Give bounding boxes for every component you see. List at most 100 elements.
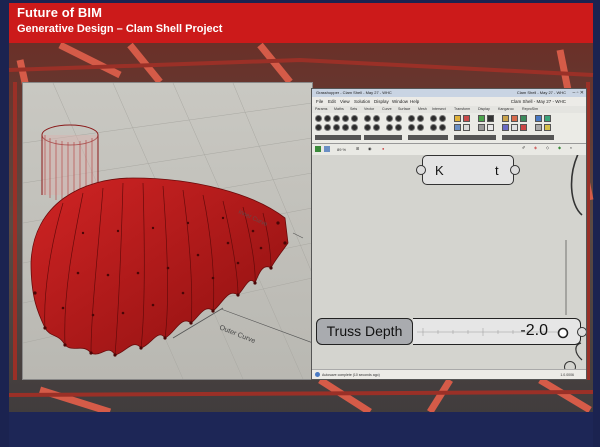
rhino-viewport[interactable]: Outer Curve Inner Curve (22, 82, 313, 380)
util-icon[interactable] (520, 124, 527, 131)
slider-name[interactable]: Truss Depth (316, 318, 413, 345)
slide: Future of BIM Generative Design – Clam S… (0, 0, 600, 447)
save-icon[interactable] (315, 146, 321, 152)
output-grip[interactable] (510, 165, 520, 175)
util-icon[interactable] (535, 115, 542, 122)
tab-vector[interactable]: Vector (364, 107, 374, 111)
input-icon[interactable] (454, 115, 461, 122)
input-icon[interactable] (454, 124, 461, 131)
util-icon[interactable] (511, 124, 518, 131)
param-icon[interactable] (430, 124, 437, 131)
input-grip[interactable] (416, 165, 426, 175)
grasshopper-window[interactable]: Grasshopper - Clam Shell - May 27 - WHC … (311, 88, 587, 380)
menu-view[interactable]: View (340, 99, 350, 104)
tab-surface[interactable]: Surface (398, 107, 410, 111)
param-icon[interactable] (315, 115, 322, 122)
param-icon[interactable] (408, 115, 415, 122)
ribbon-group-label (364, 135, 402, 140)
settings-icon[interactable]: ◐ (570, 145, 572, 150)
info-icon (315, 372, 320, 377)
param-icon[interactable] (373, 115, 380, 122)
param-icon[interactable] (417, 124, 424, 131)
input-icon[interactable] (487, 124, 494, 131)
slider-value: -2.0 (520, 322, 548, 339)
util-icon[interactable] (502, 124, 509, 131)
param-icon[interactable] (351, 115, 358, 122)
param-icon[interactable] (395, 124, 402, 131)
menu-file[interactable]: File (316, 99, 323, 104)
component-k-t[interactable]: K t (422, 155, 514, 185)
param-icon[interactable] (386, 115, 393, 122)
open-icon[interactable] (324, 146, 330, 152)
util-icon[interactable] (544, 115, 551, 122)
param-icon[interactable] (315, 124, 322, 131)
input-icon[interactable] (487, 115, 494, 122)
menu-help[interactable]: Help (410, 99, 419, 104)
shade-icon[interactable]: ◈ (534, 145, 537, 150)
util-icon[interactable] (511, 115, 518, 122)
status-message: Autosave complete (10 seconds ago) (322, 373, 380, 377)
param-icon[interactable] (342, 124, 349, 131)
tab-kangaroo[interactable]: Kangaroo (498, 107, 514, 111)
param-icon[interactable] (430, 115, 437, 122)
util-icon[interactable] (502, 115, 509, 122)
slider-ticks (417, 327, 569, 339)
param-icon[interactable] (324, 115, 331, 122)
tab-transform[interactable]: Transform (454, 107, 470, 111)
tab-reprosim[interactable]: ReproSim (522, 107, 538, 111)
slide-subtitle: Generative Design – Clam Shell Project (17, 23, 223, 35)
param-icon[interactable] (439, 115, 446, 122)
tab-intersect[interactable]: Intersect (432, 107, 446, 111)
wire-icon[interactable]: ◇ (546, 145, 549, 150)
param-icon[interactable] (439, 124, 446, 131)
gh-document-name: Clam Shell - May 27 - WHC (516, 90, 566, 95)
input-icon[interactable] (463, 124, 470, 131)
param-icon[interactable] (364, 124, 371, 131)
tab-maths[interactable]: Maths (334, 107, 344, 111)
param-icon[interactable] (333, 115, 340, 122)
menu-edit[interactable]: Edit (328, 99, 336, 104)
param-icon[interactable] (395, 115, 402, 122)
input-icon[interactable] (463, 115, 470, 122)
tab-curve[interactable]: Curve (382, 107, 392, 111)
menu-window[interactable]: Window (392, 99, 408, 104)
color-icon[interactable]: ◆ (558, 145, 561, 150)
param-icon[interactable] (373, 124, 380, 131)
ribbon-group-label (502, 135, 554, 140)
tab-params[interactable]: Params (315, 107, 327, 111)
gh-window-title: Grasshopper - Clam Shell - May 27 - WHC (316, 90, 392, 95)
tab-sets[interactable]: Sets (350, 107, 357, 111)
window-controls[interactable]: – ▫ ✕ (572, 90, 584, 96)
util-icon[interactable] (535, 124, 542, 131)
slide-footer-bar (9, 412, 593, 447)
param-icon[interactable] (408, 124, 415, 131)
param-icon[interactable] (351, 124, 358, 131)
param-icon[interactable] (342, 115, 349, 122)
preview-icon[interactable]: ◉ (368, 146, 372, 151)
tab-mesh[interactable]: Mesh (418, 107, 427, 111)
param-icon[interactable] (417, 115, 424, 122)
zoom-level[interactable]: 89 % (337, 147, 346, 152)
param-icon[interactable] (364, 115, 371, 122)
util-icon[interactable] (544, 124, 551, 131)
sketch-icon[interactable]: ✐ (522, 145, 525, 150)
ribbon-group-label (315, 135, 361, 140)
param-icon[interactable] (324, 124, 331, 131)
output-t-label: t (495, 163, 499, 178)
menu-display[interactable]: Display (374, 99, 389, 104)
util-icon[interactable] (520, 115, 527, 122)
param-icon[interactable] (333, 124, 340, 131)
slider-output-grip[interactable] (577, 327, 586, 337)
version-label: 1.0.0006 (560, 373, 574, 377)
slide-title: Future of BIM (17, 5, 103, 20)
menu-solution[interactable]: Solution (354, 99, 370, 104)
gh-canvas[interactable]: K t Truss Depth -2.0 (312, 155, 586, 373)
param-icon[interactable] (386, 124, 393, 131)
tab-display[interactable]: Display (478, 107, 490, 111)
input-icon[interactable] (478, 124, 485, 131)
number-slider[interactable]: -2.0 (413, 318, 581, 345)
zoom-fit-icon[interactable]: ⊞ (356, 146, 359, 151)
input-icon[interactable] (478, 115, 485, 122)
bake-icon[interactable]: ● (382, 146, 384, 151)
gh-statusbar: Autosave complete (10 seconds ago) 1.0.0… (312, 369, 586, 379)
